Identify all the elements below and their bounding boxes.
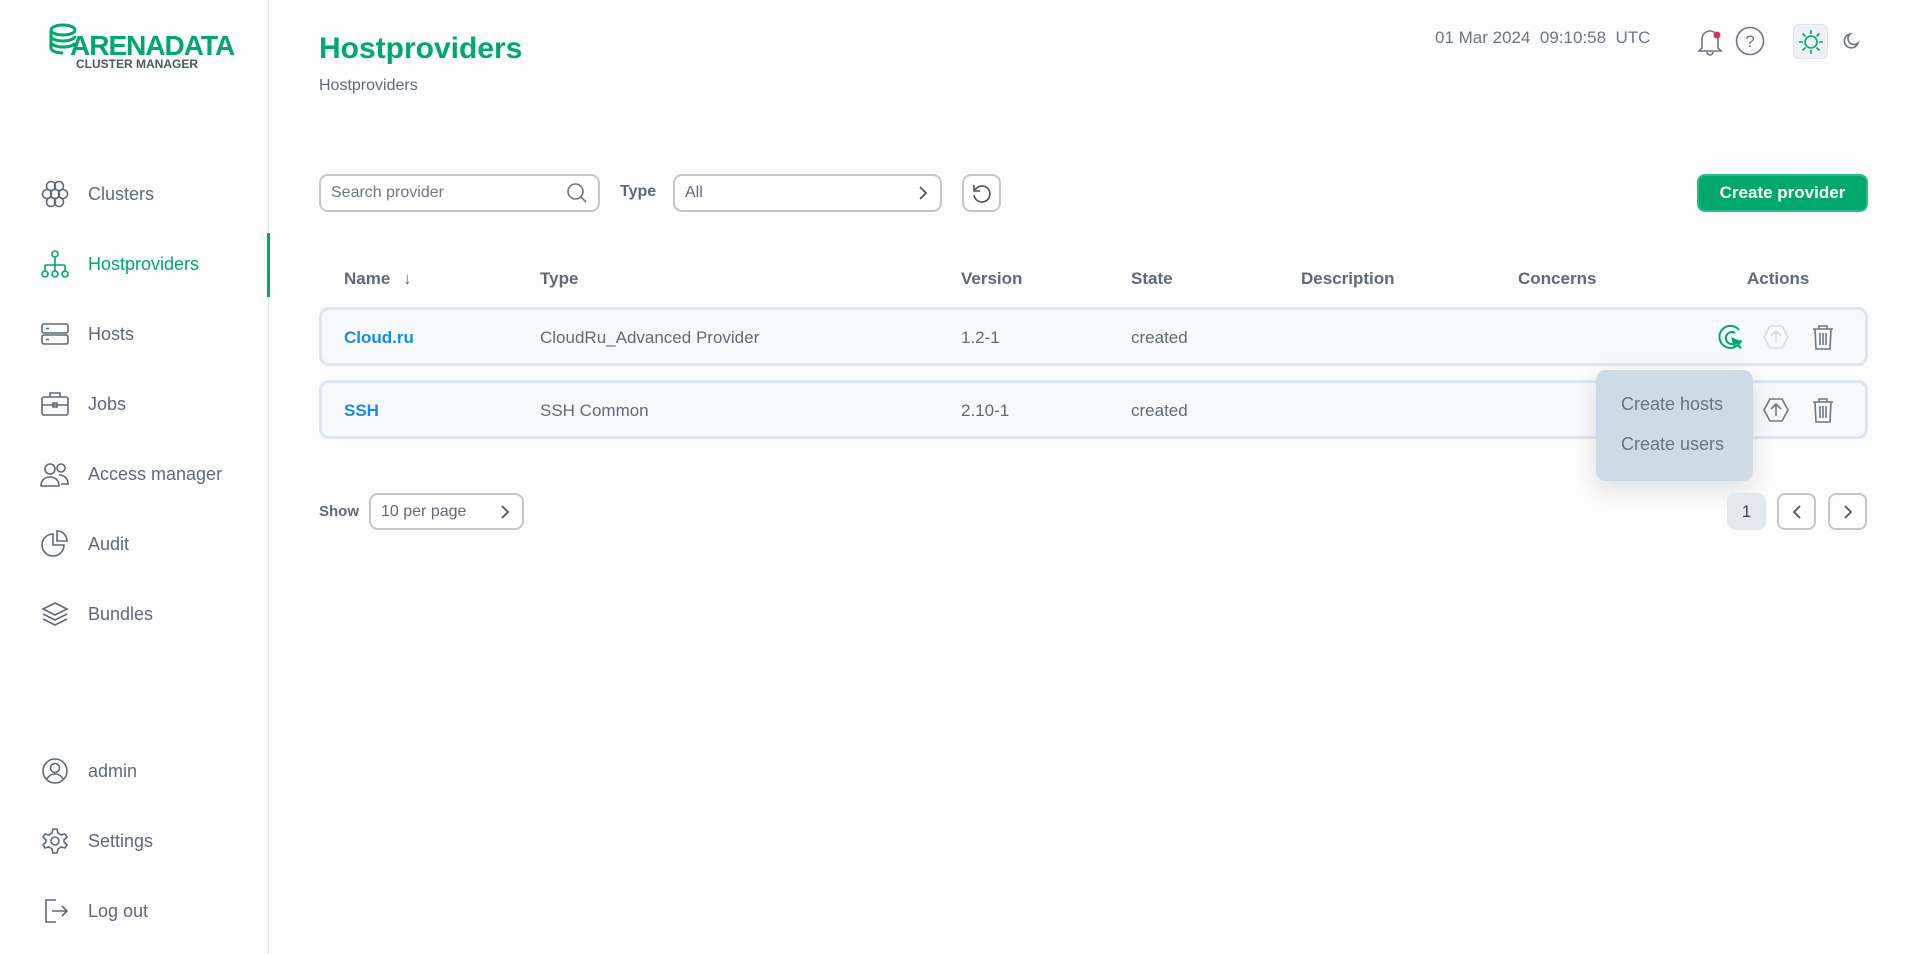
chevron-right-icon [919, 186, 928, 200]
search-input[interactable]: Search provider [319, 174, 600, 212]
sort-arrow-down-icon: ↓ [403, 269, 412, 288]
show-label: Show [319, 503, 359, 520]
upgrade-icon[interactable] [1762, 323, 1790, 351]
notifications-button[interactable] [1695, 26, 1725, 56]
moon-icon [1843, 32, 1860, 49]
sidebar-item-hosts[interactable]: Hosts [40, 314, 134, 354]
trash-icon[interactable] [1811, 396, 1835, 424]
column-header-actions: Actions [1747, 269, 1810, 288]
actions-dropdown-menu: Create hosts Create users [1596, 370, 1753, 481]
menu-item-create-hosts[interactable]: Create hosts [1596, 394, 1753, 434]
sidebar-item-label: Access manager [88, 463, 223, 484]
sidebar-item-label: admin [88, 760, 138, 781]
chevron-right-icon [1843, 504, 1852, 519]
page-1-button[interactable]: 1 [1727, 493, 1766, 530]
column-label: Name [344, 269, 391, 288]
help-icon: ? [1735, 26, 1765, 56]
bell-icon [1697, 30, 1723, 56]
pie-chart-icon [41, 530, 68, 557]
provider-name-link[interactable]: SSH [344, 401, 379, 421]
sidebar-item-label: Jobs [88, 393, 127, 414]
sidebar-item-label: Audit [88, 533, 130, 554]
page-title: Hostproviders [319, 32, 523, 65]
sidebar-item-settings[interactable]: Settings [40, 821, 153, 861]
provider-version: 2.10-1 [961, 401, 1010, 420]
gear-icon [41, 828, 69, 854]
next-page-button[interactable] [1828, 493, 1867, 530]
column-header-state: State [1131, 269, 1173, 288]
sidebar-item-clusters[interactable]: Clusters [40, 174, 154, 214]
dark-theme-button[interactable] [1838, 30, 1862, 54]
refresh-icon [972, 185, 991, 203]
sidebar-item-jobs[interactable]: Jobs [40, 384, 126, 424]
actions-run-icon[interactable] [1717, 323, 1747, 353]
provider-type: CloudRu_Advanced Provider [540, 328, 760, 347]
sidebar-item-label: Hostproviders [88, 253, 200, 274]
sidebar-item-label: Log out [88, 900, 149, 921]
column-header-description: Description [1301, 269, 1395, 288]
trash-icon[interactable] [1811, 323, 1835, 351]
users-icon [40, 463, 69, 487]
hosts-icon [41, 323, 69, 345]
type-label: Type [620, 183, 657, 200]
sun-icon [1798, 29, 1823, 54]
sidebar-item-logout[interactable]: Log out [40, 891, 148, 931]
hostproviders-icon [41, 250, 69, 278]
search-placeholder: Search provider [331, 184, 444, 201]
breadcrumb[interactable]: Hostproviders [319, 77, 418, 95]
jobs-icon [41, 392, 69, 416]
clusters-icon [41, 180, 69, 208]
active-indicator [267, 233, 270, 297]
provider-state: created [1131, 328, 1188, 347]
sidebar: ARENADATA CLUSTER MANAGER Clusters Hostp… [0, 0, 269, 954]
per-page-select[interactable]: 10 per page [369, 493, 524, 530]
table-row: Cloud.ru CloudRu_Advanced Provider 1.2-1… [319, 307, 1868, 366]
help-button[interactable]: ? [1735, 26, 1765, 56]
sidebar-item-hostproviders[interactable]: Hostproviders [40, 244, 199, 284]
sidebar-item-admin[interactable]: admin [40, 751, 137, 791]
datetime: 01 Mar 2024 09:10:58 UTC [1435, 28, 1651, 47]
provider-name-link[interactable]: Cloud.ru [344, 328, 414, 348]
provider-type: SSH Common [540, 401, 649, 420]
sidebar-item-label: Settings [88, 830, 154, 851]
logo-subtitle: CLUSTER MANAGER [76, 57, 198, 71]
sidebar-item-access-manager[interactable]: Access manager [40, 454, 222, 494]
sidebar-item-label: Hosts [88, 323, 135, 344]
user-icon [42, 758, 68, 784]
sidebar-item-label: Clusters [88, 183, 155, 204]
per-page-value: 10 per page [381, 502, 467, 520]
search-icon [567, 183, 587, 203]
column-header-concerns: Concerns [1518, 269, 1597, 288]
light-theme-button[interactable] [1793, 24, 1828, 59]
sidebar-item-audit[interactable]: Audit [40, 524, 129, 564]
chevron-right-icon [501, 504, 510, 519]
column-header-version: Version [961, 269, 1023, 288]
type-value: All [685, 184, 703, 201]
chevron-left-icon [1792, 504, 1801, 519]
layers-icon [41, 602, 69, 626]
logout-icon [45, 899, 69, 923]
column-header-name[interactable]: Name ↓ [344, 269, 412, 289]
sidebar-item-label: Bundles [88, 603, 154, 624]
provider-version: 1.2-1 [961, 328, 1000, 347]
create-provider-button[interactable]: Create provider [1697, 174, 1868, 212]
type-select[interactable]: All [673, 174, 942, 212]
svg-text:?: ? [1745, 32, 1754, 51]
reset-filters-button[interactable] [962, 174, 1001, 212]
logo[interactable]: ARENADATA CLUSTER MANAGER [48, 22, 235, 71]
sidebar-item-bundles[interactable]: Bundles [40, 594, 153, 634]
prev-page-button[interactable] [1777, 493, 1816, 530]
column-header-type: Type [540, 269, 579, 288]
menu-item-create-users[interactable]: Create users [1596, 434, 1753, 474]
upgrade-icon[interactable] [1762, 396, 1790, 424]
provider-state: created [1131, 401, 1188, 420]
